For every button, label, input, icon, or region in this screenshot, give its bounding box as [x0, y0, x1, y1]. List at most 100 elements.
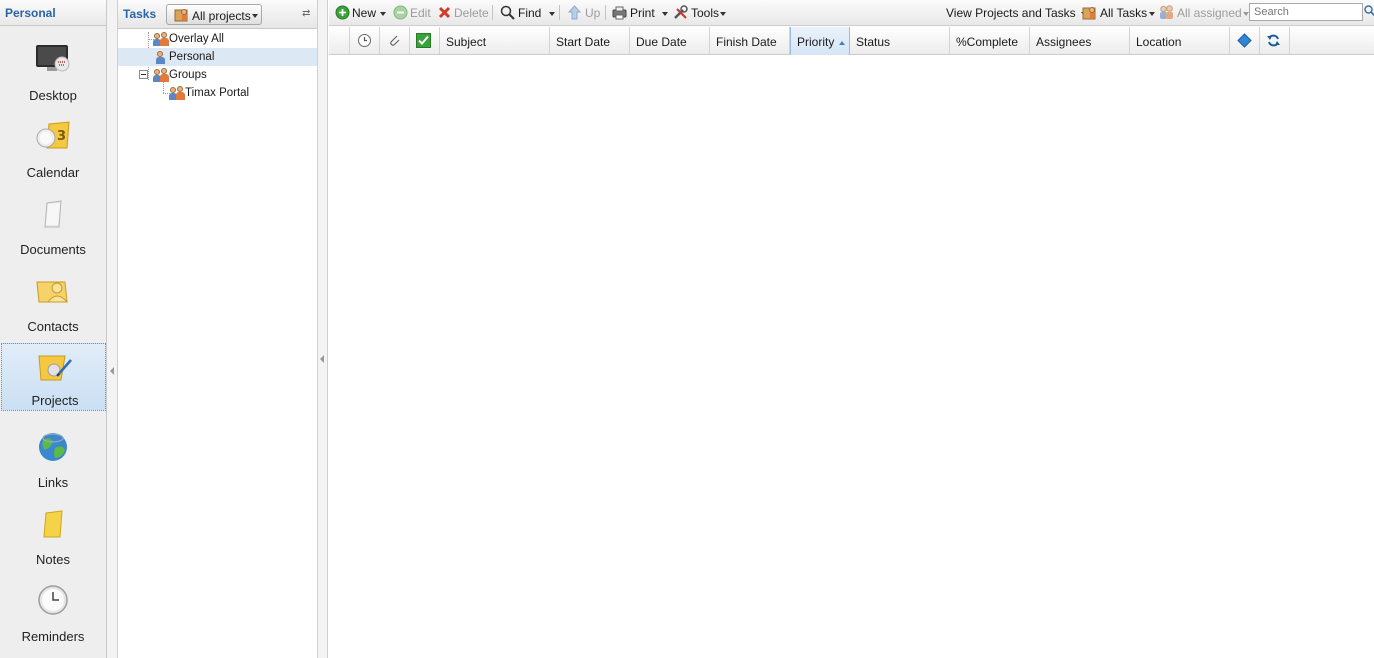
tree-item-timax-portal[interactable]: Timax Portal — [118, 84, 317, 102]
nav-item-documents[interactable]: Documents — [0, 191, 106, 259]
nav-item-reminders[interactable]: Reminders — [0, 578, 106, 646]
new-button[interactable]: New — [352, 6, 387, 20]
printer-icon — [612, 6, 627, 20]
chevron-down-icon — [720, 11, 727, 16]
sort-ascending-icon — [839, 40, 846, 45]
nav-collapse-bar[interactable] — [107, 0, 118, 658]
nav-item-label: Contacts — [27, 319, 79, 334]
chevron-down-icon — [380, 11, 387, 16]
projects-folder-icon — [1082, 7, 1096, 20]
collapse-left-icon[interactable] — [320, 355, 324, 363]
tools-button[interactable]: Tools — [691, 6, 727, 20]
delete-button[interactable]: Delete — [454, 6, 489, 20]
find-label: Find — [518, 6, 542, 20]
tools-label: Tools — [691, 6, 720, 20]
column-label-text: Priority — [797, 35, 835, 49]
collapse-left-icon[interactable] — [110, 367, 114, 375]
nav-header: Personal — [0, 0, 106, 26]
view-projects-dropdown[interactable]: View Projects and Tasks — [946, 6, 1087, 20]
svg-text:3: 3 — [57, 129, 66, 144]
column-label: Status — [856, 35, 891, 49]
up-arrow-icon — [567, 5, 582, 20]
search-input[interactable] — [1249, 3, 1363, 21]
nav-item-projects[interactable]: Projects — [1, 343, 106, 411]
column-label: Assignees — [1036, 35, 1092, 49]
nav-item-label: Links — [37, 475, 69, 490]
column-percent-complete[interactable]: %Complete — [950, 27, 1030, 55]
nav-item-label: Notes — [36, 552, 70, 567]
column-priority[interactable]: Priority — [790, 27, 850, 55]
edit-icon — [393, 5, 408, 20]
tasks-grid-header: Subject Start Date Due Date Finish Date … — [329, 27, 1374, 55]
nav-item-desktop[interactable]: Desktop — [0, 37, 106, 105]
find-button[interactable]: Find — [518, 6, 556, 20]
column-label: %Complete — [956, 35, 1019, 49]
chevron-down-icon — [252, 14, 258, 18]
swap-arrows-icon[interactable]: ⇄ — [302, 8, 310, 19]
tasks-tree-panel: Tasks All projects ⇄ Overlay All Persona… — [118, 0, 318, 658]
all-projects-label: All projects — [192, 9, 251, 23]
tree-item-label: Timax Portal — [185, 87, 250, 99]
column-start-date[interactable]: Start Date — [550, 27, 630, 55]
column-reminder[interactable] — [350, 27, 380, 55]
contacts-icon — [36, 281, 69, 303]
projects-icon — [38, 355, 72, 381]
column-label: Priority — [797, 35, 846, 49]
assignees-icon — [1160, 5, 1173, 19]
column-due-date[interactable]: Due Date — [630, 27, 710, 55]
all-tasks-dropdown[interactable]: All Tasks — [1100, 6, 1156, 20]
projects-folder-icon — [174, 9, 188, 22]
column-subject[interactable]: Subject — [440, 27, 550, 55]
add-icon — [335, 5, 350, 20]
all-projects-dropdown[interactable]: All projects — [166, 4, 262, 25]
all-tasks-label: All Tasks — [1100, 6, 1148, 20]
nav-item-label: Reminders — [21, 629, 85, 644]
chevron-down-icon — [549, 11, 556, 16]
column-importance[interactable] — [1230, 27, 1260, 55]
column-label: Subject — [446, 35, 487, 49]
collapse-toggle-icon[interactable] — [139, 70, 148, 79]
delete-icon — [438, 6, 451, 19]
print-button[interactable]: Print — [630, 6, 668, 20]
tools-icon — [674, 5, 688, 19]
all-assigned-dropdown[interactable]: All assigned — [1177, 6, 1249, 20]
edit-button[interactable]: Edit — [410, 6, 431, 20]
panel-splitter[interactable] — [318, 0, 328, 658]
refresh-icon — [1267, 34, 1280, 47]
toolbar-divider — [559, 5, 560, 20]
tree-item-overlay-all[interactable]: Overlay All — [118, 30, 317, 48]
person-icon — [153, 50, 169, 64]
group-icon — [169, 86, 185, 100]
column-row-handle — [329, 27, 350, 55]
column-attachment[interactable] — [380, 27, 410, 55]
nav-item-calendar[interactable]: 3 Calendar — [0, 114, 106, 182]
nav-item-notes[interactable]: Notes — [0, 501, 106, 569]
tasks-main-area: New Edit Delete Find Up Print Tools View… — [329, 0, 1374, 658]
search-icon — [500, 5, 515, 20]
nav-item-links[interactable]: Links — [0, 424, 106, 492]
checkbox-checked-icon — [416, 33, 431, 48]
column-completed[interactable] — [410, 27, 440, 55]
up-button[interactable]: Up — [585, 6, 600, 20]
column-recurrence[interactable] — [1260, 27, 1290, 55]
column-assignees[interactable]: Assignees — [1030, 27, 1130, 55]
tree-title: Tasks — [123, 7, 157, 21]
print-label: Print — [630, 6, 655, 20]
app-nav-rail: Personal Desktop 3 Calendar Documents Co… — [0, 0, 107, 658]
column-location[interactable]: Location — [1130, 27, 1230, 55]
tree-item-personal[interactable]: Personal — [118, 48, 317, 66]
group-icon — [153, 32, 169, 46]
column-finish-date[interactable]: Finish Date — [710, 27, 790, 55]
nav-item-label: Desktop — [29, 88, 77, 103]
view-projects-label: View Projects and Tasks — [946, 6, 1076, 20]
column-label: Location — [1136, 35, 1182, 49]
column-status[interactable]: Status — [850, 27, 950, 55]
tree-item-groups[interactable]: Groups — [118, 66, 317, 84]
tree-header: Tasks All projects ⇄ — [118, 0, 317, 29]
nav-item-label: Projects — [31, 393, 79, 408]
nav-item-contacts[interactable]: Contacts — [0, 268, 106, 336]
column-label: Start Date — [556, 35, 611, 49]
column-label: Finish Date — [716, 35, 777, 49]
search-icon[interactable] — [1364, 5, 1374, 16]
globe-icon — [39, 433, 67, 461]
